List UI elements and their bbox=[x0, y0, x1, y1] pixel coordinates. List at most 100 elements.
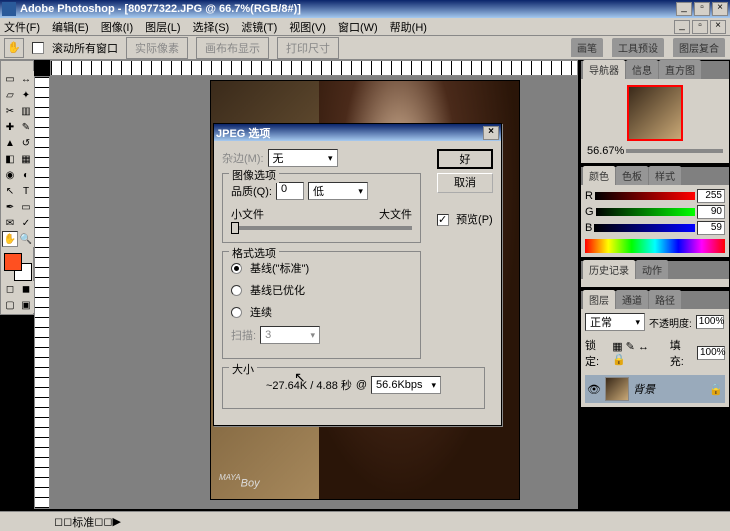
heal-tool[interactable]: ✚ bbox=[2, 119, 18, 135]
wand-tool[interactable]: ✦ bbox=[18, 87, 34, 103]
status-bar: ◻◻ 标准 ◻◻ ▶ bbox=[0, 511, 730, 531]
quickmask-on[interactable]: ◼ bbox=[18, 281, 34, 297]
rate-select[interactable]: 56.6Kbps bbox=[371, 376, 441, 394]
gradient-tool[interactable]: ▦ bbox=[18, 151, 34, 167]
quickmask-off[interactable]: ◻ bbox=[2, 281, 18, 297]
eyedropper-tool[interactable]: ✓ bbox=[18, 215, 34, 231]
brush-tool[interactable]: ✎ bbox=[18, 119, 34, 135]
zoom-slider[interactable] bbox=[626, 149, 723, 153]
pen-tool[interactable]: ✒ bbox=[2, 199, 18, 215]
move-tool[interactable]: ↔ bbox=[18, 71, 34, 87]
lasso-tool[interactable]: ▱ bbox=[2, 87, 18, 103]
red-value[interactable]: 255 bbox=[697, 189, 725, 203]
menu-layer[interactable]: 图层(L) bbox=[145, 19, 180, 35]
blend-mode-select[interactable]: 正常 bbox=[585, 313, 645, 331]
blur-tool[interactable]: ◉ bbox=[2, 167, 18, 183]
tab-channels[interactable]: 通道 bbox=[616, 290, 648, 309]
type-tool[interactable]: T bbox=[18, 183, 34, 199]
tab-info[interactable]: 信息 bbox=[626, 60, 658, 79]
fill-value[interactable]: 100% bbox=[697, 346, 725, 360]
tab-paths[interactable]: 路径 bbox=[649, 290, 681, 309]
dodge-tool[interactable]: ◐ bbox=[18, 167, 34, 183]
crop-tool[interactable]: ✂ bbox=[2, 103, 18, 119]
ok-button[interactable]: 好 bbox=[437, 149, 493, 169]
menu-window[interactable]: 窗口(W) bbox=[338, 19, 378, 35]
navigator-panel: 导航器 信息 直方图 56.67% bbox=[580, 60, 730, 164]
zoom-value[interactable]: 56.67% bbox=[587, 145, 624, 157]
quality-preset-select[interactable]: 低 bbox=[308, 182, 368, 200]
tab-color[interactable]: 颜色 bbox=[583, 166, 615, 185]
menu-help[interactable]: 帮助(H) bbox=[390, 19, 427, 35]
baseline-standard-radio[interactable] bbox=[231, 263, 242, 274]
quality-slider[interactable] bbox=[231, 226, 412, 230]
matte-select[interactable]: 无 bbox=[268, 149, 338, 167]
slice-tool[interactable]: ▥ bbox=[18, 103, 34, 119]
options-bar: ✋ 滚动所有窗口 实际像素 画布布显示 打印尺寸 画笔 工具预设 图层复合 bbox=[0, 36, 730, 60]
green-value[interactable]: 90 bbox=[697, 205, 725, 219]
tab-swatch[interactable]: 色板 bbox=[616, 166, 648, 185]
red-slider[interactable] bbox=[595, 192, 695, 200]
tab-history[interactable]: 历史记录 bbox=[583, 260, 635, 279]
menu-image[interactable]: 图像(I) bbox=[101, 19, 133, 35]
color-swatch[interactable] bbox=[2, 251, 34, 281]
screenmode-1[interactable]: ▢ bbox=[2, 297, 18, 313]
shape-tool[interactable]: ▭ bbox=[18, 199, 34, 215]
cancel-button[interactable]: 取消 bbox=[437, 173, 493, 193]
progressive-radio[interactable] bbox=[231, 307, 242, 318]
scroll-all-label: 滚动所有窗口 bbox=[52, 40, 118, 56]
preview-checkbox[interactable] bbox=[437, 214, 449, 226]
tab-navigator[interactable]: 导航器 bbox=[583, 60, 625, 79]
scroll-all-checkbox[interactable] bbox=[32, 42, 44, 54]
foreground-color[interactable] bbox=[4, 253, 22, 271]
menu-view[interactable]: 视图(V) bbox=[289, 19, 326, 35]
maximize-button[interactable]: ▫ bbox=[694, 2, 710, 16]
hand-tool-icon[interactable]: ✋ bbox=[4, 38, 24, 58]
marquee-tool[interactable]: ▭ bbox=[2, 71, 18, 87]
doc-restore-button[interactable]: ▫ bbox=[692, 20, 708, 34]
scans-select: 3 bbox=[260, 326, 320, 344]
screenmode-2[interactable]: ▣ bbox=[18, 297, 34, 313]
eraser-tool[interactable]: ◧ bbox=[2, 151, 18, 167]
close-button[interactable]: × bbox=[712, 2, 728, 16]
tab-styles[interactable]: 样式 bbox=[649, 166, 681, 185]
lock-icon: 🔒 bbox=[709, 383, 723, 396]
blue-slider[interactable] bbox=[594, 224, 695, 232]
opacity-value[interactable]: 100% bbox=[696, 315, 724, 329]
green-slider[interactable] bbox=[596, 208, 695, 216]
layer-row-background[interactable]: 👁 背景 🔒 bbox=[585, 375, 725, 403]
image-options-legend: 图像选项 bbox=[229, 167, 279, 183]
menu-file[interactable]: 文件(F) bbox=[4, 19, 40, 35]
tab-brush[interactable]: 画笔 bbox=[571, 38, 603, 57]
doc-minimize-button[interactable]: _ bbox=[674, 20, 690, 34]
path-tool[interactable]: ↖ bbox=[2, 183, 18, 199]
menu-select[interactable]: 选择(S) bbox=[193, 19, 230, 35]
visibility-icon[interactable]: 👁 bbox=[587, 383, 601, 396]
color-ramp[interactable] bbox=[585, 239, 725, 253]
doc-close-button[interactable]: × bbox=[710, 20, 726, 34]
menu-edit[interactable]: 编辑(E) bbox=[52, 19, 89, 35]
preview-label: 预览(P) bbox=[456, 214, 493, 226]
zoom-tool[interactable]: 🔍 bbox=[18, 231, 34, 247]
tab-histogram[interactable]: 直方图 bbox=[659, 60, 701, 79]
navigator-thumbnail[interactable] bbox=[627, 85, 683, 141]
fit-screen-button[interactable]: 画布布显示 bbox=[196, 37, 269, 59]
tab-presets[interactable]: 工具预设 bbox=[612, 38, 664, 57]
image-options-group: 图像选项 品质(Q): 0 低 小文件 大文件 bbox=[222, 173, 421, 243]
actual-pixels-button[interactable]: 实际像素 bbox=[126, 37, 188, 59]
menu-filter[interactable]: 滤镜(T) bbox=[241, 19, 277, 35]
tab-actions[interactable]: 动作 bbox=[636, 260, 668, 279]
quality-input[interactable]: 0 bbox=[276, 182, 304, 200]
tab-composite[interactable]: 图层复合 bbox=[673, 38, 725, 57]
baseline-optimized-radio[interactable] bbox=[231, 285, 242, 296]
dialog-close-button[interactable]: × bbox=[483, 126, 499, 140]
history-brush-tool[interactable]: ↺ bbox=[18, 135, 34, 151]
format-options-group: 格式选项 基线("标准") 基线已优化 连续 扫描: 3 bbox=[222, 251, 421, 359]
stamp-tool[interactable]: ▲ bbox=[2, 135, 18, 151]
dialog-titlebar[interactable]: JPEG 选项 × bbox=[214, 124, 501, 141]
tab-layers[interactable]: 图层 bbox=[583, 290, 615, 309]
print-size-button[interactable]: 打印尺寸 bbox=[277, 37, 339, 59]
notes-tool[interactable]: ✉ bbox=[2, 215, 18, 231]
minimize-button[interactable]: _ bbox=[676, 2, 692, 16]
hand-tool[interactable]: ✋ bbox=[2, 231, 18, 247]
blue-value[interactable]: 59 bbox=[697, 221, 725, 235]
